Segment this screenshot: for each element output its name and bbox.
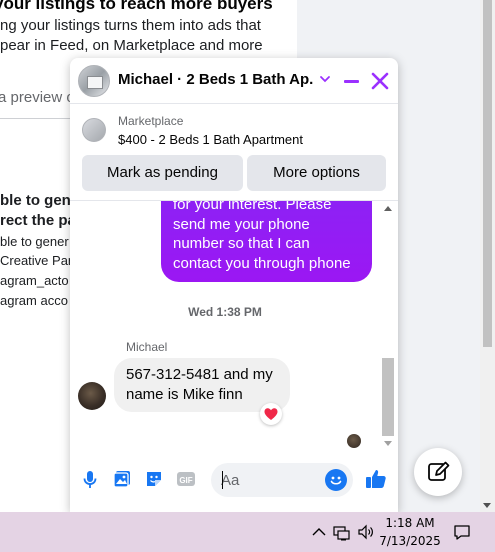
message-composer: GIF xyxy=(70,454,398,512)
taskbar: 1:18 AM 7/13/2025 xyxy=(0,512,495,552)
sent-message-bubble: for your interest. Please send me your p… xyxy=(161,201,372,282)
listing-title: $400 - 2 Beds 1 Bath Apartment xyxy=(118,132,304,147)
message-input[interactable] xyxy=(221,470,321,490)
photo-icon[interactable] xyxy=(111,468,133,490)
listing-avatar[interactable] xyxy=(78,65,110,97)
volume-icon[interactable] xyxy=(356,522,376,542)
microphone-icon[interactable] xyxy=(79,468,101,490)
bg-text-line: a preview o xyxy=(0,89,75,106)
sticker-icon[interactable] xyxy=(143,468,165,490)
bg-text-line: pear in Feed, on Marketplace and more xyxy=(0,37,263,54)
scroll-down-arrow[interactable] xyxy=(384,441,392,446)
close-icon[interactable] xyxy=(370,71,390,91)
chevron-up-icon[interactable] xyxy=(309,522,329,542)
mark-as-pending-button[interactable]: Mark as pending xyxy=(82,155,243,191)
emoji-icon[interactable] xyxy=(325,469,347,491)
page-scrollbar-thumb[interactable] xyxy=(483,0,492,347)
minimize-icon[interactable] xyxy=(342,72,360,90)
listing-source-label: Marketplace xyxy=(118,114,184,128)
bg-text-line: rect the pa xyxy=(0,212,76,229)
gif-icon[interactable]: GIF xyxy=(175,468,197,490)
network-icon[interactable] xyxy=(332,522,352,542)
scroll-up-arrow[interactable] xyxy=(384,206,392,211)
seen-by-avatar xyxy=(347,434,361,448)
bg-text-line: ble to gener xyxy=(0,234,69,249)
chat-header: Michael · 2 Beds 1 Bath Ap... xyxy=(70,58,398,104)
bg-text-line: ble to gen xyxy=(0,192,71,209)
sender-name: Michael xyxy=(126,340,168,354)
message-scrollbar-thumb[interactable] xyxy=(382,358,394,436)
message-scrollbar[interactable] xyxy=(381,201,395,454)
text-cursor xyxy=(222,471,223,489)
compose-icon xyxy=(428,461,450,481)
listing-thumbnail xyxy=(82,118,106,142)
bg-text-line: Creative Par xyxy=(0,253,73,268)
new-message-button[interactable] xyxy=(414,448,462,496)
more-options-button[interactable]: More options xyxy=(247,155,386,191)
listing-summary[interactable]: Marketplace $400 - 2 Beds 1 Bath Apartme… xyxy=(70,105,398,153)
chat-title[interactable]: Michael · 2 Beds 1 Bath Ap... xyxy=(118,71,313,88)
clock-date[interactable]: 7/13/2025 xyxy=(375,534,445,548)
page-scroll-down-arrow[interactable] xyxy=(483,503,491,508)
page-scrollbar[interactable] xyxy=(480,0,495,512)
svg-text:GIF: GIF xyxy=(179,476,192,485)
message-timestamp: Wed 1:38 PM xyxy=(188,305,262,319)
chat-window: Michael · 2 Beds 1 Bath Ap... Marketplac… xyxy=(70,58,398,512)
bg-text-line: agram acco xyxy=(0,293,68,308)
sender-avatar[interactable] xyxy=(78,382,106,410)
bg-text-line: ng your listings turns them into ads tha… xyxy=(0,17,261,34)
bg-text-line: agram_acto xyxy=(0,273,69,288)
thumbs-up-icon[interactable] xyxy=(364,467,388,491)
bg-heading: your listings to reach more buyers xyxy=(0,0,273,13)
clock-time[interactable]: 1:18 AM xyxy=(375,516,445,530)
notifications-icon[interactable] xyxy=(452,522,472,542)
message-input-box[interactable] xyxy=(211,463,353,497)
heart-reaction-icon[interactable] xyxy=(260,403,282,425)
message-thread: for your interest. Please send me your p… xyxy=(70,201,398,454)
chevron-down-icon[interactable] xyxy=(318,72,332,86)
